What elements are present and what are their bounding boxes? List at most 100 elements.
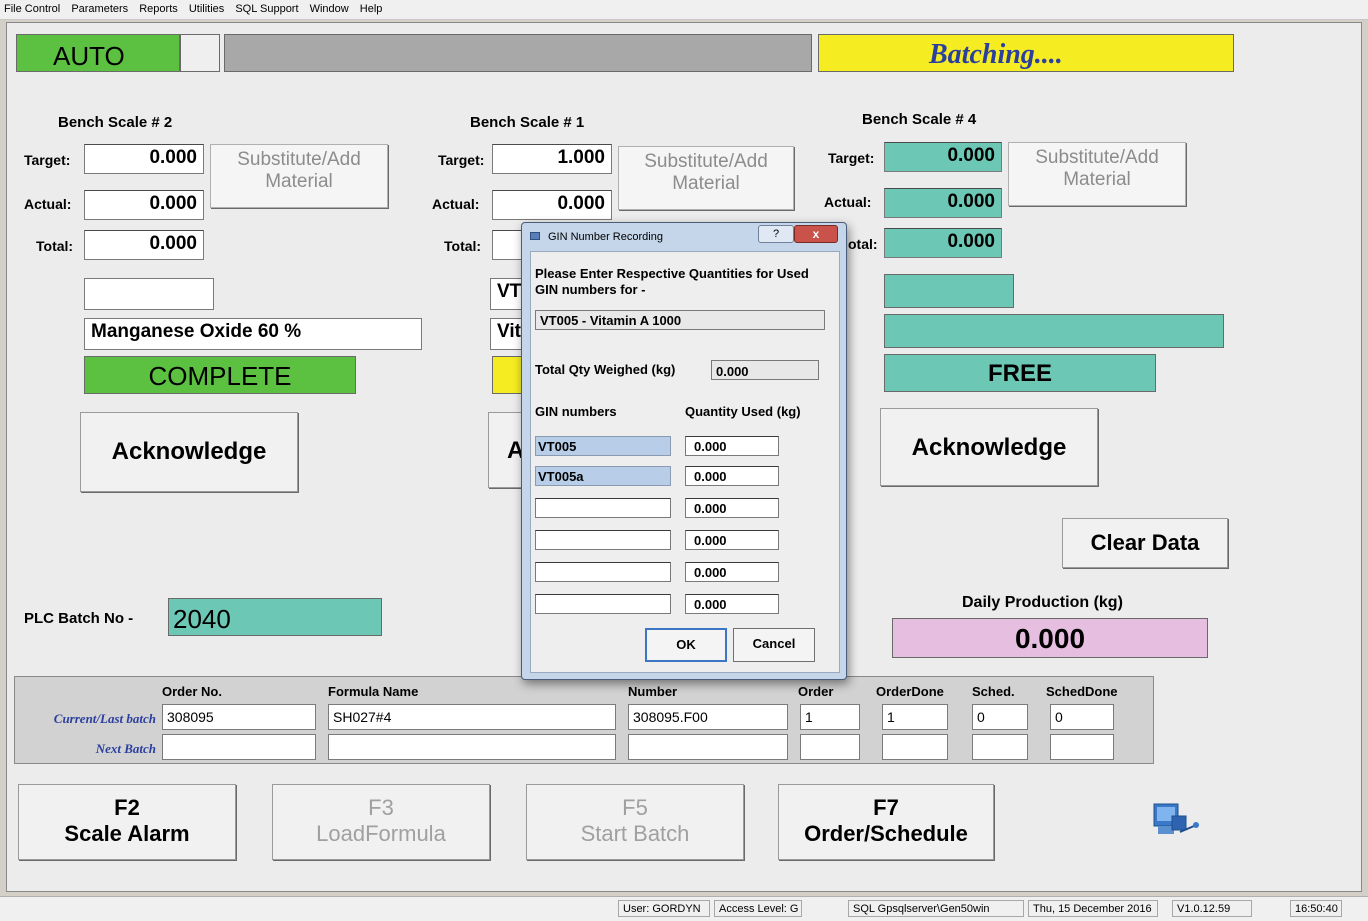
status-sql-server: SQL Gpsqlserver\Gen50win	[848, 900, 1024, 917]
scale1-actual: 0.000	[492, 190, 612, 220]
scale1-target: 1.000	[492, 144, 612, 174]
f5-key: F5	[622, 795, 648, 820]
next-number[interactable]	[628, 734, 788, 760]
scale1-title: Bench Scale # 1	[470, 114, 585, 131]
status-bar: User: GORDYN Access Level: G SQL Gpsqlse…	[0, 896, 1368, 921]
scale1-target-label: Target:	[438, 152, 485, 168]
ok-button[interactable]: OK	[645, 628, 727, 662]
scale1-total-label: Total:	[444, 238, 482, 254]
current-order-no[interactable]: 308095	[162, 704, 316, 730]
current-sched-done[interactable]: 0	[1050, 704, 1114, 730]
gin-quantity-field[interactable]: 0.000	[685, 530, 779, 550]
scale4-actual: 0.000	[884, 188, 1002, 218]
scale4-total: 0.000	[884, 228, 1002, 258]
gin-number-field[interactable]	[535, 594, 671, 614]
current-sched[interactable]: 0	[972, 704, 1028, 730]
scale4-acknowledge-button[interactable]: Acknowledge	[880, 408, 1098, 486]
current-number[interactable]: 308095.F00	[628, 704, 788, 730]
dialog-title: GIN Number Recording	[548, 231, 663, 243]
gin-number-field[interactable]	[535, 530, 671, 550]
gin-quantity-field[interactable]: 0.000	[685, 594, 779, 614]
col-order-no: Order No.	[162, 684, 222, 699]
next-order-done[interactable]	[882, 734, 948, 760]
col-sched-done: SchedDone	[1046, 684, 1118, 699]
scale4-total-label: otal:	[848, 236, 878, 252]
menu-window[interactable]: Window	[306, 0, 353, 15]
dialog-close-button[interactable]: x	[794, 225, 838, 243]
scale2-acknowledge-button[interactable]: Acknowledge	[80, 412, 298, 492]
gin-number-field[interactable]	[535, 562, 671, 582]
menu-bar: File Control Parameters Reports Utilitie…	[0, 0, 1368, 20]
daily-production-label: Daily Production (kg)	[962, 594, 1123, 611]
next-order-no[interactable]	[162, 734, 316, 760]
status-time: 16:50:40	[1290, 900, 1342, 917]
dialog-body: Please Enter Respective Quantities for U…	[530, 251, 840, 673]
scale4-substitute-button[interactable]: Substitute/Add Material	[1008, 142, 1186, 206]
menu-help[interactable]: Help	[356, 0, 387, 15]
col-order: Order	[798, 684, 834, 699]
f7-key: F7	[873, 795, 899, 820]
clear-data-button[interactable]: Clear Data	[1062, 518, 1228, 568]
daily-production-value: 0.000	[892, 618, 1208, 658]
next-sched[interactable]	[972, 734, 1028, 760]
menu-parameters[interactable]: Parameters	[67, 0, 132, 15]
current-order[interactable]: 1	[800, 704, 860, 730]
menu-file-control[interactable]: File Control	[0, 0, 64, 15]
menu-reports[interactable]: Reports	[135, 0, 182, 15]
progress-bar	[224, 34, 812, 72]
scale2-total: 0.000	[84, 230, 204, 260]
scale1-actual-label: Actual:	[432, 196, 480, 212]
scale4-material-name	[884, 314, 1224, 348]
scale2-actual: 0.000	[84, 190, 204, 220]
col-formula-name: Formula Name	[328, 684, 419, 699]
next-formula-name[interactable]	[328, 734, 616, 760]
current-order-done[interactable]: 1	[882, 704, 948, 730]
menu-sql-support[interactable]: SQL Support	[231, 0, 302, 15]
total-qty-label: Total Qty Weighed (kg)	[535, 362, 676, 377]
scale2-target: 0.000	[84, 144, 204, 174]
f5-start-batch-button[interactable]: F5 Start Batch	[526, 784, 744, 860]
gin-quantity-field[interactable]: 0.000	[685, 466, 779, 486]
plc-batch-label: PLC Batch No -	[24, 610, 134, 627]
dialog-help-button[interactable]: ?	[758, 225, 794, 243]
status-access-level: Access Level: G	[714, 900, 802, 917]
gin-quantity-field[interactable]: 0.000	[685, 562, 779, 582]
network-computer-icon	[1150, 800, 1202, 842]
scale4-target: 0.000	[884, 142, 1002, 172]
status-version: V1.0.12.59	[1172, 900, 1252, 917]
f3-key: F3	[368, 795, 394, 820]
gin-number-field[interactable]	[535, 498, 671, 518]
total-qty-value: 0.000	[711, 360, 819, 380]
cancel-button[interactable]: Cancel	[733, 628, 815, 662]
col-sched: Sched.	[972, 684, 1015, 699]
plc-batch-number: 2040	[168, 598, 382, 636]
gin-quantity-field[interactable]: 0.000	[685, 498, 779, 518]
scale2-state: COMPLETE	[84, 356, 356, 394]
gin-number-field[interactable]: VT005	[535, 436, 671, 456]
f2-key: F2	[114, 795, 140, 820]
scale2-title: Bench Scale # 2	[58, 114, 173, 131]
scale2-substitute-button[interactable]: Substitute/Add Material	[210, 144, 388, 208]
scale2-material-name: Manganese Oxide 60 %	[84, 318, 422, 350]
next-sched-done[interactable]	[1050, 734, 1114, 760]
col-number: Number	[628, 684, 678, 699]
mode-indicator: AUTO	[16, 34, 180, 72]
next-order[interactable]	[800, 734, 860, 760]
scale2-total-label: Total:	[36, 238, 74, 254]
f2-label: Scale Alarm	[64, 821, 190, 846]
scale1-substitute-button[interactable]: Substitute/Add Material	[618, 146, 794, 210]
scale4-target-label: Target:	[828, 150, 875, 166]
scale2-target-label: Target:	[24, 152, 71, 168]
next-batch-label: Next Batch	[95, 741, 156, 756]
scale4-state: FREE	[884, 354, 1156, 392]
gin-quantity-field[interactable]: 0.000	[685, 436, 779, 456]
status-user: User: GORDYN	[618, 900, 710, 917]
scale4-material-code	[884, 274, 1014, 308]
menu-utilities[interactable]: Utilities	[185, 0, 228, 15]
f7-order-schedule-button[interactable]: F7 Order/Schedule	[778, 784, 994, 860]
f3-load-formula-button[interactable]: F3 LoadFormula	[272, 784, 490, 860]
f2-scale-alarm-button[interactable]: F2 Scale Alarm	[18, 784, 236, 860]
f3-label: LoadFormula	[316, 821, 446, 846]
gin-number-field[interactable]: VT005a	[535, 466, 671, 486]
current-formula-name[interactable]: SH027#4	[328, 704, 616, 730]
